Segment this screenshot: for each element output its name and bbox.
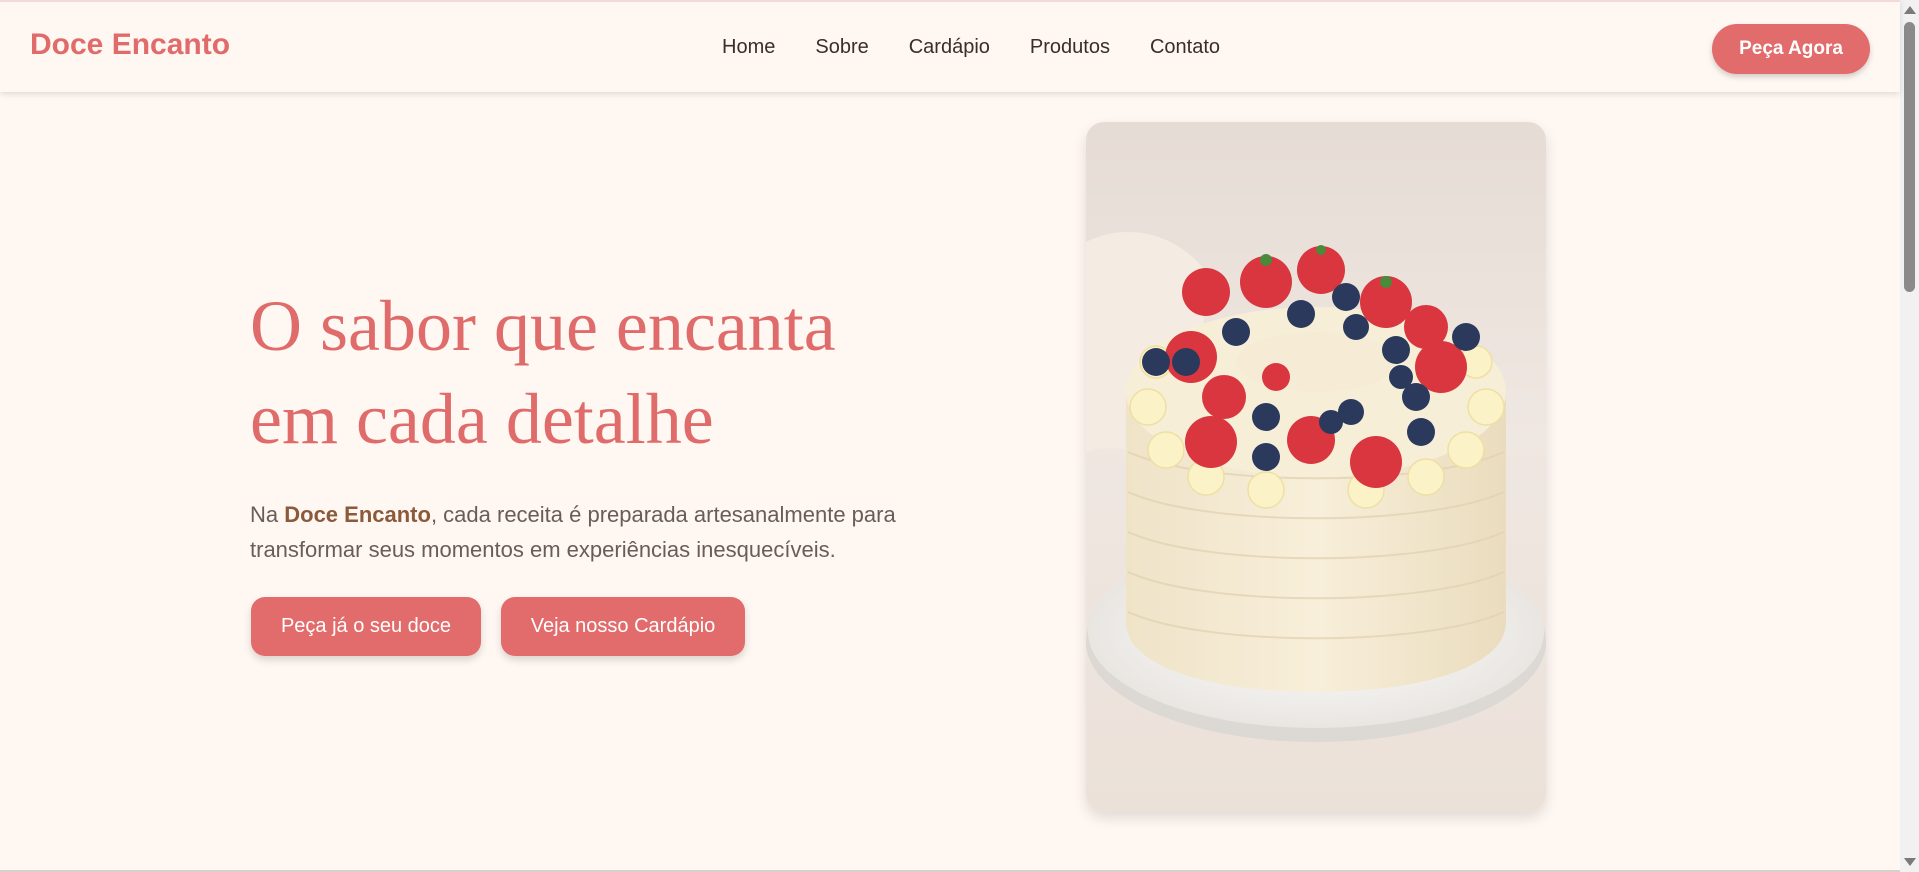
vertical-scrollbar[interactable] — [1900, 0, 1919, 872]
view-menu-button[interactable]: Veja nosso Cardápio — [501, 597, 745, 656]
hero-title: O sabor que encanta em cada detalhe — [250, 280, 950, 466]
landing-page: Doce Encanto Home Sobre Cardápio Produto… — [0, 0, 1919, 872]
hero-brand-name: Doce Encanto — [284, 502, 431, 527]
order-now-button[interactable]: Peça Agora — [1712, 24, 1870, 74]
site-header: Doce Encanto Home Sobre Cardápio Produto… — [0, 0, 1900, 92]
scroll-thumb[interactable] — [1904, 22, 1915, 292]
nav-produtos[interactable]: Produtos — [1030, 36, 1110, 59]
nav-cardapio[interactable]: Cardápio — [909, 36, 990, 59]
nav-contato[interactable]: Contato — [1150, 36, 1220, 59]
cake-image — [1086, 122, 1546, 812]
logo-link[interactable]: Doce Encanto — [30, 28, 230, 62]
scroll-down-icon[interactable] — [1904, 858, 1916, 866]
hero-description: Na Doce Encanto, cada receita é preparad… — [250, 497, 950, 567]
scroll-up-icon[interactable] — [1904, 6, 1916, 14]
cake-photo-icon — [1086, 122, 1546, 812]
hero-title-line2: em cada detalhe — [250, 379, 714, 459]
order-sweet-button[interactable]: Peça já o seu doce — [251, 597, 481, 656]
hero-text-prefix: Na — [250, 502, 285, 527]
nav-sobre[interactable]: Sobre — [815, 36, 868, 59]
nav-home[interactable]: Home — [722, 36, 775, 59]
hero-title-line1: O sabor que encanta — [250, 286, 836, 366]
main-nav: Home Sobre Cardápio Produtos Contato — [722, 36, 1220, 59]
